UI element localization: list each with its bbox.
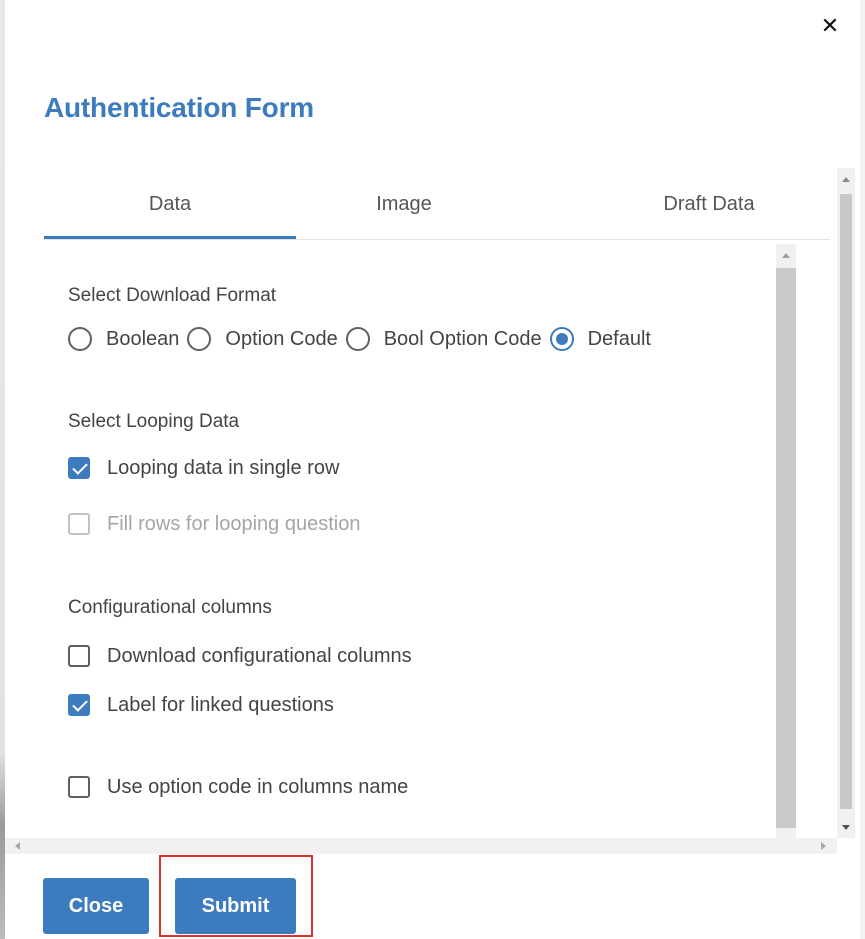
radio-boolean-label[interactable]: Boolean bbox=[106, 328, 179, 351]
tab-image[interactable]: Image bbox=[324, 170, 484, 238]
scroll-right-arrow-icon[interactable] bbox=[821, 842, 826, 850]
radio-bool-option-code[interactable] bbox=[345, 327, 370, 351]
checkbox-looping-single-row[interactable] bbox=[68, 457, 90, 479]
download-format-label: Select Download Format bbox=[68, 285, 277, 306]
tab-bar: Data Image Draft Data bbox=[44, 170, 830, 240]
radio-boolean[interactable] bbox=[68, 327, 92, 351]
looping-data-label: Select Looping Data bbox=[68, 411, 240, 432]
checkbox-option-code-columns-row: Use option code in columns name bbox=[68, 774, 408, 800]
checkbox-fill-rows bbox=[68, 513, 90, 535]
scroll-down-arrow-icon[interactable] bbox=[842, 825, 850, 830]
tab-draft-data[interactable]: Draft Data bbox=[544, 170, 865, 238]
tab-data[interactable]: Data bbox=[44, 170, 296, 238]
dialog-title: Authentication Form bbox=[44, 92, 314, 123]
horizontal-scrollbar[interactable] bbox=[5, 838, 837, 854]
checkbox-label-linked-questions-label[interactable]: Label for linked questions bbox=[107, 694, 334, 717]
checkbox-download-config-row: Download configurational columns bbox=[68, 643, 412, 669]
config-columns-label: Configurational columns bbox=[68, 597, 272, 618]
radio-default-label[interactable]: Default bbox=[588, 328, 651, 351]
checkbox-download-config-columns[interactable] bbox=[68, 645, 90, 667]
scrollbar-thumb[interactable] bbox=[840, 194, 852, 809]
checkbox-label-linked-questions[interactable] bbox=[68, 694, 90, 716]
content-vertical-scrollbar[interactable] bbox=[776, 244, 796, 840]
scrollbar-thumb[interactable] bbox=[776, 268, 796, 828]
radio-option-code[interactable] bbox=[187, 327, 212, 351]
close-button[interactable]: Close bbox=[43, 878, 149, 934]
checkbox-fill-rows-label: Fill rows for looping question bbox=[107, 512, 361, 535]
scroll-up-arrow-icon[interactable] bbox=[782, 253, 790, 258]
background-edge-right bbox=[860, 0, 865, 939]
radio-default[interactable] bbox=[549, 327, 574, 351]
radio-option-code-label[interactable]: Option Code bbox=[225, 328, 337, 351]
checkbox-looping-single-row-row: Looping data in single row bbox=[68, 455, 339, 481]
submit-button[interactable]: Submit bbox=[175, 878, 296, 934]
tab-bar-divider bbox=[44, 239, 830, 240]
checkbox-option-code-columns[interactable] bbox=[68, 776, 90, 798]
dialog-vertical-scrollbar[interactable] bbox=[837, 168, 855, 838]
scroll-left-arrow-icon[interactable] bbox=[15, 842, 20, 850]
checkbox-option-code-columns-label[interactable]: Use option code in columns name bbox=[107, 776, 408, 799]
radio-bool-option-code-label[interactable]: Bool Option Code bbox=[384, 328, 542, 351]
download-format-radio-group: Boolean Option Code Bool Option Code Def… bbox=[68, 324, 659, 354]
background-edge-left bbox=[0, 0, 5, 939]
close-icon[interactable]: ✕ bbox=[820, 15, 840, 37]
checkbox-download-config-columns-label[interactable]: Download configurational columns bbox=[107, 645, 412, 668]
checkbox-linked-questions-row: Label for linked questions bbox=[68, 692, 334, 718]
checkbox-looping-single-row-label[interactable]: Looping data in single row bbox=[107, 457, 339, 480]
checkbox-fill-rows-row: Fill rows for looping question bbox=[68, 511, 360, 537]
